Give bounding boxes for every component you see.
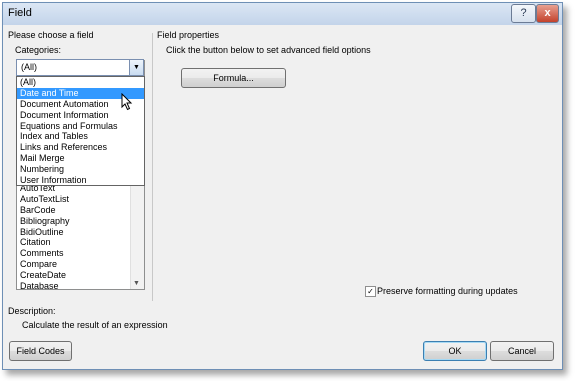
field-name-item[interactable]: BarCode [20, 205, 70, 216]
field-name-item[interactable]: BidiOutline [20, 227, 70, 238]
field-name-item[interactable]: Comments [20, 248, 70, 259]
category-option[interactable]: Mail Merge [17, 153, 144, 164]
ok-button[interactable]: OK [423, 341, 487, 361]
category-option[interactable]: Equations and Formulas [17, 121, 144, 132]
category-option[interactable]: Document Information [17, 110, 144, 121]
category-option[interactable]: Numbering [17, 164, 144, 175]
title-bar: Field ? x [3, 3, 562, 25]
chevron-down-icon[interactable]: ▼ [129, 60, 143, 75]
scroll-down-icon[interactable]: ▼ [133, 280, 140, 287]
categories-value: (All) [21, 62, 37, 72]
field-name-item[interactable]: CreateDate [20, 270, 70, 281]
mouse-cursor-icon [121, 93, 133, 111]
group-divider [152, 33, 153, 301]
advanced-options-instruction: Click the button below to set advanced f… [166, 45, 371, 55]
preserve-formatting-label: Preserve formatting during updates [377, 286, 518, 296]
checkmark-icon: ✓ [367, 287, 374, 296]
field-name-item[interactable]: Bibliography [20, 216, 70, 227]
help-button[interactable]: ? [511, 4, 536, 23]
description-text: Calculate the result of an expression [22, 320, 168, 330]
categories-label: Categories: [15, 45, 62, 55]
category-option[interactable]: Index and Tables [17, 131, 144, 142]
preserve-formatting-checkbox[interactable]: ✓ [365, 286, 376, 297]
category-option[interactable]: Links and References [17, 142, 144, 153]
field-name-item[interactable]: Citation [20, 237, 70, 248]
cancel-button[interactable]: Cancel [490, 341, 554, 361]
close-button[interactable]: x [536, 4, 559, 23]
field-properties-heading: Field properties [157, 30, 220, 40]
category-option[interactable]: (All) [17, 77, 144, 88]
category-option[interactable]: User Information [17, 175, 144, 186]
window-title: Field [8, 7, 32, 19]
field-name-item[interactable]: Compare [20, 259, 70, 270]
description-label: Description: [8, 306, 56, 316]
categories-dropdown[interactable]: (All) ▼ [16, 59, 144, 76]
field-name-item[interactable]: Database [20, 281, 70, 289]
field-codes-button[interactable]: Field Codes [9, 341, 72, 361]
field-name-item[interactable]: AutoTextList [20, 194, 70, 205]
formula-button[interactable]: Formula... [181, 68, 286, 88]
choose-field-heading: Please choose a field [8, 30, 94, 40]
field-dialog: Field ? x Please choose a field Categori… [2, 2, 563, 370]
